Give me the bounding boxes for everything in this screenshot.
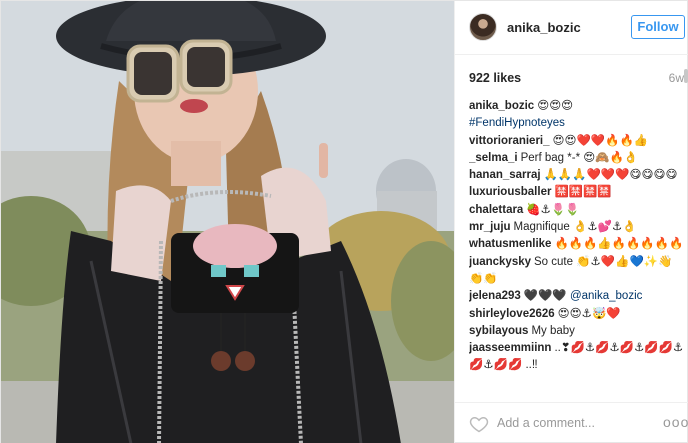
comment-text: 😍😍⚓🤯❤️ (557, 307, 621, 320)
comment-username[interactable]: vittorioranieri_ (469, 135, 550, 147)
comment-username[interactable]: shirleylove2626 (469, 308, 555, 320)
comment-text: 🔥🔥🔥👍🔥🔥🔥🔥🔥 (554, 238, 684, 251)
post-age[interactable]: 6w (669, 71, 684, 85)
comment-item: jelena293 🖤🖤🖤 @anika_bozic (469, 288, 684, 305)
instagram-post: anika_bozic Follow 922 likes 6w anika_bo… (0, 0, 688, 443)
comment-username[interactable]: chalettara (469, 204, 523, 216)
comment-item: jaasseemmiinn ..❣💋⚓💋⚓💋⚓💋💋⚓💋⚓💋💋 ..‼ (469, 340, 684, 375)
post-header: anika_bozic Follow (455, 1, 688, 55)
comment-item: whatusmenlike 🔥🔥🔥👍🔥🔥🔥🔥🔥 (469, 236, 684, 253)
comment-username[interactable]: _selma_i (469, 152, 518, 164)
heart-outline-icon[interactable] (469, 414, 489, 434)
caption-hashtag[interactable]: #FendiHypnoteyes (469, 115, 684, 132)
comment-item: vittorioranieri_ 😍😍❤️❤️🔥🔥👍 (469, 133, 684, 150)
comment-text: 🍓⚓🌷🌷 (526, 203, 580, 216)
post-photo[interactable] (1, 1, 454, 443)
caption-username[interactable]: anika_bozic (469, 100, 534, 112)
post-photo-illustration (1, 1, 454, 443)
comment-username[interactable]: sybilayous (469, 325, 528, 337)
comment-item: mr_juju Magnifique 👌⚓💕⚓👌 (469, 219, 684, 236)
comment-item: chalettara 🍓⚓🌷🌷 (469, 202, 684, 219)
comment-text: 🖤🖤🖤 (523, 290, 567, 303)
comment-text: 🈲🈲🈲🈲 (554, 186, 612, 199)
comment-item: hanan_sarraj 🙏🙏🙏❤️❤️❤️😋😋😋😋 (469, 167, 684, 184)
comments-list[interactable]: anika_bozic 😍😍😍 #FendiHypnoteyes vittorio… (469, 98, 684, 398)
comment-username[interactable]: juanckysky (469, 256, 531, 268)
comment-bar: Add a comment... ooo (455, 402, 688, 443)
comment-item: juanckysky So cute 👏⚓❤️👍💙✨👋👏👏 (469, 254, 684, 289)
comment-item: _selma_i Perf bag *-* 😍🙈🔥👌 (469, 150, 684, 167)
comment-text: 🙏🙏🙏❤️❤️❤️😋😋😋😋 (543, 169, 678, 182)
comment-text: 😍😍❤️❤️🔥🔥👍 (552, 134, 649, 147)
likes-count[interactable]: 922 likes (469, 71, 521, 85)
comment-username[interactable]: mr_juju (469, 221, 511, 233)
comment-username[interactable]: luxuriousballer (469, 186, 551, 198)
ellipsis-icon[interactable]: ooo (663, 414, 688, 430)
post-side-panel: anika_bozic Follow 922 likes 6w anika_bo… (454, 1, 688, 443)
caption: anika_bozic 😍😍😍 #FendiHypnoteyes (469, 98, 684, 133)
comment-text: My baby (531, 324, 575, 337)
comment-username[interactable]: jaasseemmiinn (469, 342, 551, 354)
comments-scrollbar[interactable] (684, 69, 688, 83)
comment-username[interactable]: whatusmenlike (469, 238, 551, 250)
comment-item: shirleylove2626 😍😍⚓🤯❤️ (469, 306, 684, 323)
comment-text: Perf bag *-* 😍🙈🔥👌 (520, 151, 639, 164)
post-meta: 922 likes 6w (469, 71, 684, 87)
comment-username[interactable]: hanan_sarraj (469, 169, 541, 181)
comment-item: sybilayous My baby (469, 323, 684, 340)
comment-username[interactable]: jelena293 (469, 290, 521, 302)
follow-button[interactable]: Follow (631, 15, 685, 39)
comment-item: luxuriousballer 🈲🈲🈲🈲 (469, 184, 684, 201)
comment-text: Magnifique 👌⚓💕⚓👌 (513, 221, 637, 234)
add-comment-input[interactable]: Add a comment... (497, 416, 595, 430)
header-username[interactable]: anika_bozic (507, 20, 581, 35)
caption-text: 😍😍😍 (537, 100, 574, 112)
comment-mention[interactable]: @anika_bozic (570, 290, 642, 302)
avatar[interactable] (469, 13, 497, 41)
